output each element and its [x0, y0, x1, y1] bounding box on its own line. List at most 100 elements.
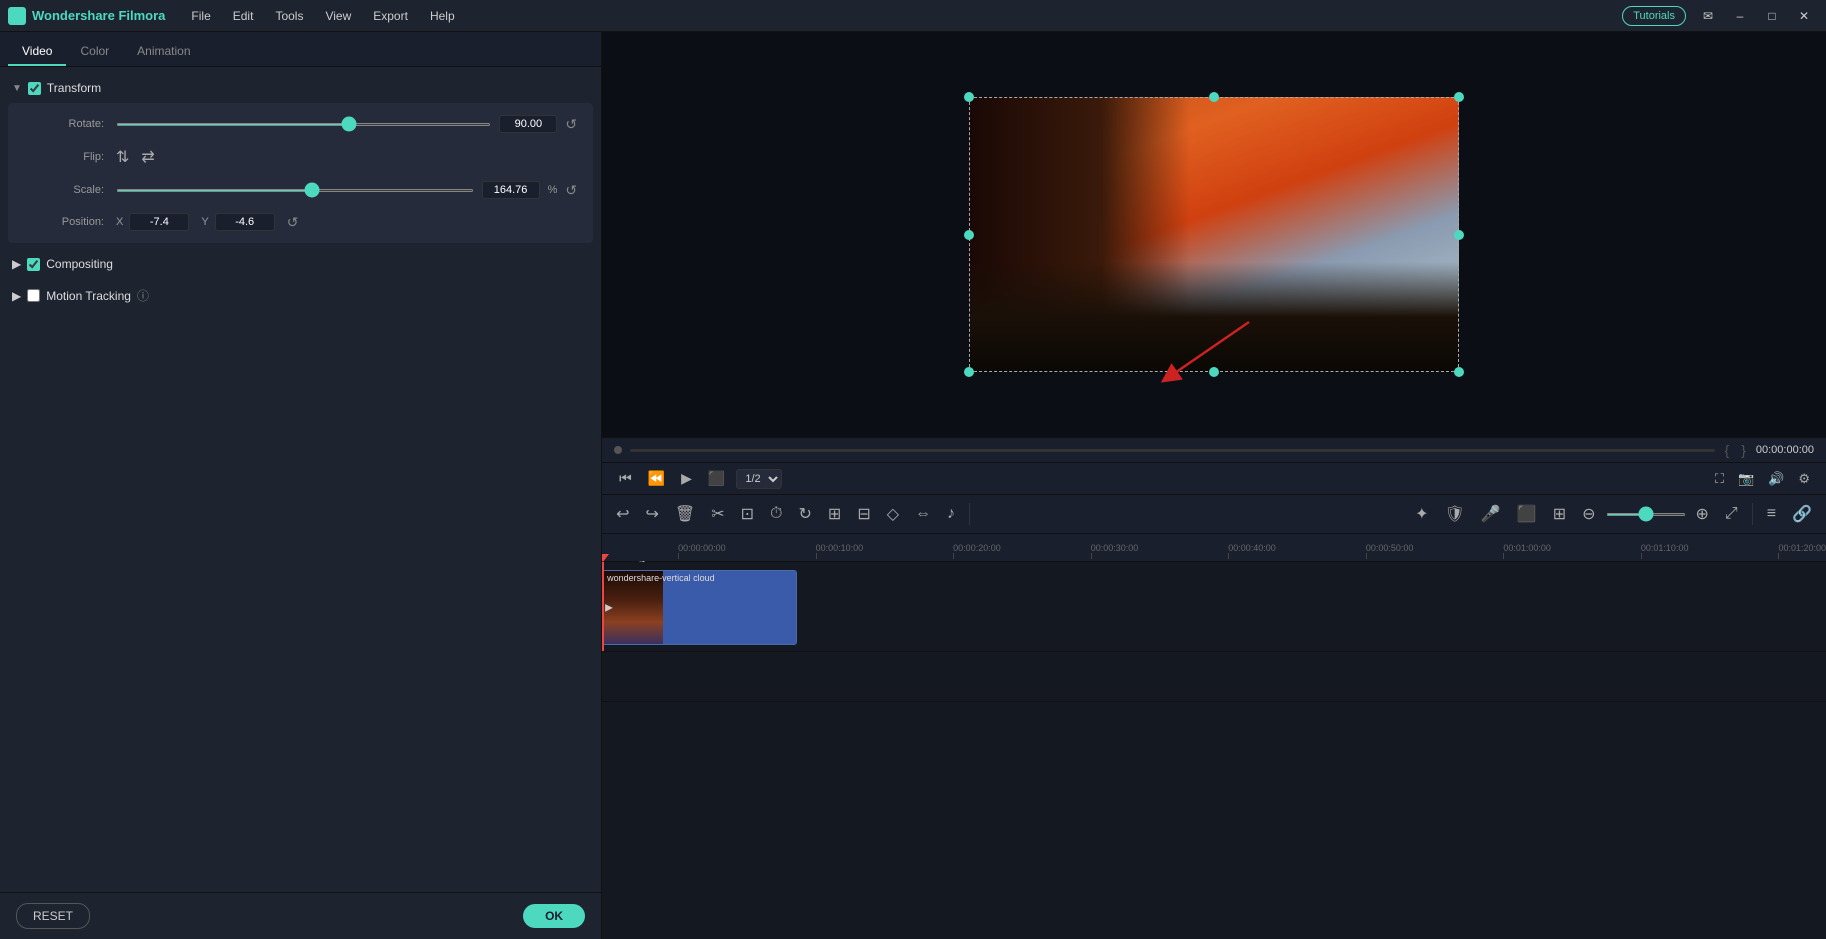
- compositing-section: ▶ Compositing: [8, 251, 593, 277]
- speed-button[interactable]: ⏱: [764, 501, 788, 527]
- crop-button[interactable]: ⊡: [735, 500, 760, 528]
- preview-bottom: { } 00:00:00:00 ⏮ ⏪ ▶ ⬛ 1/2 ⛶ 📷 🔊 ⚙: [602, 437, 1826, 494]
- timeline-content: 🎬 🔒 👁 🎵 🔒 🔊: [602, 562, 1826, 939]
- zoom-in-button[interactable]: ⊕: [1690, 500, 1715, 528]
- pip-button[interactable]: ⊟: [851, 500, 876, 528]
- logo-icon: [8, 7, 26, 25]
- render-button[interactable]: ✦: [1409, 500, 1434, 528]
- settings-button[interactable]: ⚙: [1794, 469, 1814, 489]
- position-reset-icon[interactable]: ↺: [287, 214, 299, 231]
- link-button[interactable]: 🔗: [1786, 500, 1818, 528]
- handle-bottom-mid[interactable]: [1209, 367, 1219, 377]
- play-button[interactable]: ▶: [676, 467, 697, 490]
- toolbar-right: ✦ 🛡 🎤 ⬛ ⊞ ⊖ ⊕ ⤢ ≡ 🔗: [1409, 500, 1818, 528]
- fit-button[interactable]: ⤢: [1719, 501, 1744, 527]
- flip-buttons: ⇅ ⇄: [116, 147, 155, 167]
- rotate-label: Rotate:: [24, 118, 104, 130]
- delete-button[interactable]: 🗑: [669, 500, 701, 528]
- playhead: [602, 562, 604, 651]
- rotate-slider[interactable]: [116, 123, 491, 126]
- marker-button[interactable]: ◇: [881, 500, 905, 528]
- menu-file[interactable]: File: [181, 5, 220, 27]
- audio-button[interactable]: 🔊: [1764, 469, 1788, 489]
- reset-button[interactable]: RESET: [16, 903, 90, 929]
- flip-horizontal-button[interactable]: ⇅: [116, 147, 129, 167]
- handle-mid-right[interactable]: [1454, 230, 1464, 240]
- ok-button[interactable]: OK: [523, 904, 585, 928]
- minimize-button[interactable]: –: [1726, 5, 1754, 27]
- compositing-section-header[interactable]: ▶ Compositing: [8, 251, 593, 277]
- ruler-marks: 00:00:00:00 00:00:10:00 00:00:20:00 00:0…: [678, 543, 1826, 559]
- position-x-value[interactable]: -7.4: [129, 213, 189, 231]
- stop-button[interactable]: ⬛: [703, 467, 730, 490]
- handle-mid-left[interactable]: [964, 230, 974, 240]
- grid-button[interactable]: ⊞: [1547, 500, 1572, 528]
- tutorials-button[interactable]: Tutorials: [1622, 6, 1686, 26]
- zoom-out-button[interactable]: ⊖: [1576, 500, 1601, 528]
- handle-top-mid[interactable]: [1209, 92, 1219, 102]
- skip-back-button[interactable]: ⏮: [614, 467, 637, 490]
- motion-tracking-checkbox[interactable]: [27, 289, 40, 302]
- color-match-button[interactable]: ⬛: [1511, 500, 1543, 528]
- transform-section-header[interactable]: ▼ Transform: [8, 75, 593, 101]
- handle-top-left[interactable]: [964, 92, 974, 102]
- transform-body: Rotate: 90.00 ↺ Flip: ⇅ ⇄: [8, 103, 593, 243]
- screenshot-button[interactable]: 📷: [1734, 469, 1758, 489]
- step-back-button[interactable]: ⏪: [643, 467, 670, 490]
- tab-video[interactable]: Video: [8, 38, 66, 66]
- handle-bottom-right[interactable]: [1454, 367, 1464, 377]
- transform-checkbox[interactable]: [28, 82, 41, 95]
- position-x-label: X: [116, 216, 123, 228]
- tab-animation[interactable]: Animation: [123, 38, 204, 66]
- redo-button[interactable]: ↪: [639, 500, 664, 528]
- mic-button[interactable]: 🎤: [1475, 500, 1507, 528]
- menu-edit[interactable]: Edit: [223, 5, 264, 27]
- titlebar: Wondershare Filmora File Edit Tools View…: [0, 0, 1826, 32]
- scale-unit: %: [548, 184, 558, 196]
- compositing-checkbox[interactable]: [27, 258, 40, 271]
- rotate-reset-icon[interactable]: ↺: [565, 116, 577, 133]
- scale-value[interactable]: 164.76: [482, 181, 540, 199]
- fullscreen-button[interactable]: ⛶: [1711, 469, 1728, 489]
- audio-detach-button[interactable]: ♪: [941, 501, 961, 527]
- transform-button[interactable]: ⊞: [822, 500, 847, 528]
- clip-play-icon: ▶: [605, 602, 613, 613]
- email-icon[interactable]: ✉: [1694, 5, 1722, 27]
- motion-tracking-section-header[interactable]: ▶ Motion Tracking ⓘ: [8, 281, 593, 310]
- timeline-start-dot: [614, 446, 622, 454]
- menu-help[interactable]: Help: [420, 5, 465, 27]
- ruler-mark-0: 00:00:00:00: [678, 543, 726, 559]
- timeline-bracket-right: }: [1741, 442, 1746, 458]
- zoom-slider[interactable]: [1606, 513, 1686, 516]
- tab-color[interactable]: Color: [66, 38, 123, 66]
- flip-vertical-button[interactable]: ⇄: [141, 147, 154, 167]
- motion-tracking-info-icon[interactable]: ⓘ: [137, 287, 149, 304]
- app-logo: Wondershare Filmora: [8, 7, 165, 25]
- scale-reset-icon[interactable]: ↺: [565, 182, 577, 199]
- menu-view[interactable]: View: [315, 5, 361, 27]
- track-add-button[interactable]: ≡: [1761, 501, 1782, 527]
- maximize-button[interactable]: □: [1758, 5, 1786, 27]
- rotate-tool-button[interactable]: ↻: [793, 500, 818, 528]
- position-y-value[interactable]: -4.6: [215, 213, 275, 231]
- ruler-mark-5: 00:00:50:00: [1366, 543, 1414, 559]
- ruler-mark-8: 00:01:20:00: [1778, 543, 1826, 559]
- scale-slider[interactable]: [116, 189, 474, 192]
- close-button[interactable]: ✕: [1790, 5, 1818, 27]
- quality-select[interactable]: 1/2: [736, 469, 782, 489]
- menu-bar: File Edit Tools View Export Help: [181, 5, 464, 27]
- menu-export[interactable]: Export: [363, 5, 418, 27]
- video-clip[interactable]: wondershare-vertical cloud ▶: [602, 570, 797, 645]
- rotate-value[interactable]: 90.00: [499, 115, 557, 133]
- undo-button[interactable]: ↩: [610, 500, 635, 528]
- menu-tools[interactable]: Tools: [265, 5, 313, 27]
- timeline-track[interactable]: [630, 449, 1714, 452]
- shield-button[interactable]: 🛡: [1439, 500, 1471, 528]
- handle-top-right[interactable]: [1454, 92, 1464, 102]
- motion-tracking-title: Motion Tracking: [46, 289, 131, 303]
- transform-section: ▼ Transform Rotate: 90.00 ↺: [8, 75, 593, 243]
- toolbar-sep-2: [1752, 503, 1753, 525]
- handle-bottom-left[interactable]: [964, 367, 974, 377]
- cut-button[interactable]: ✂: [705, 500, 730, 528]
- split-button[interactable]: ⇔: [909, 501, 937, 527]
